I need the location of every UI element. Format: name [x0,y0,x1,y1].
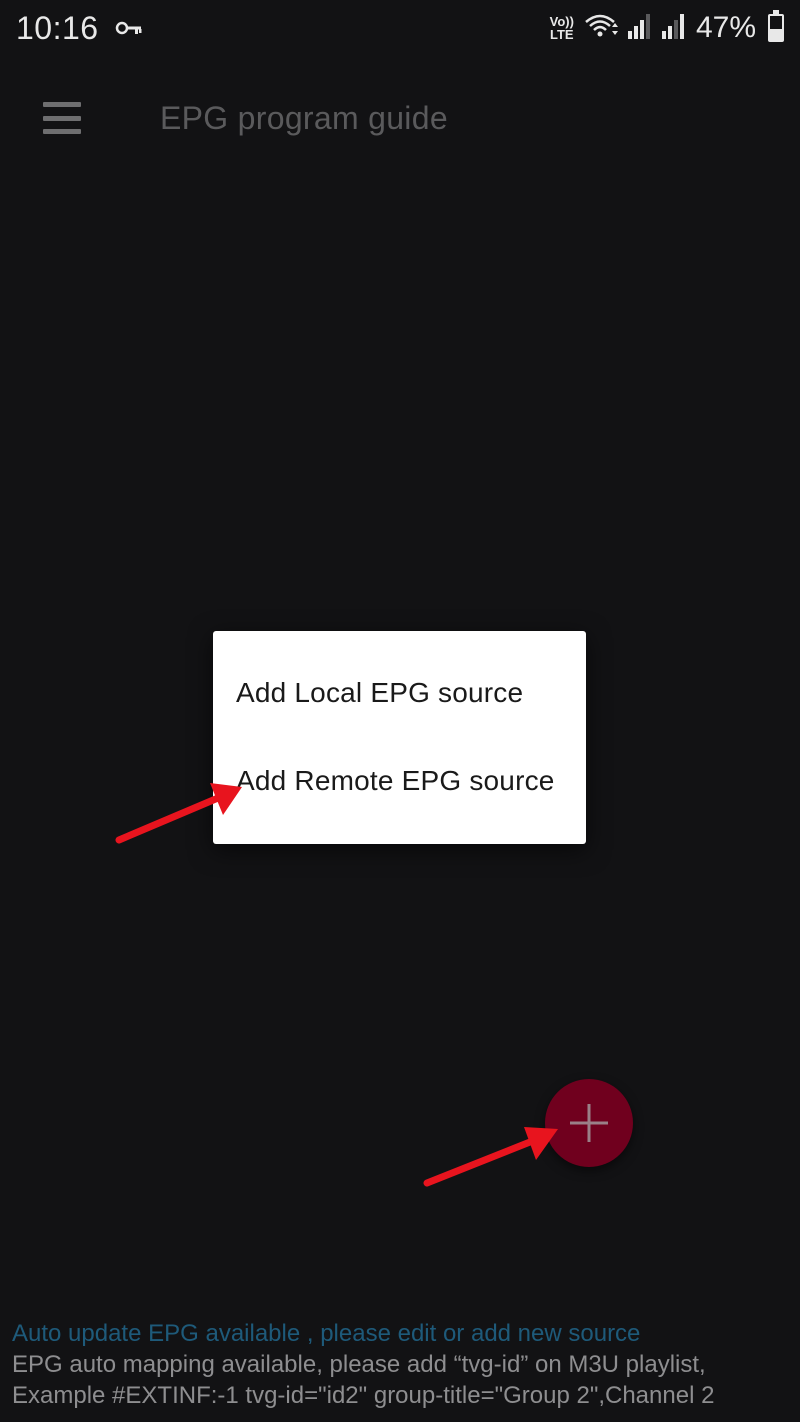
annotation-arrow-icon [423,1127,558,1187]
volte-bottom: LTE [550,27,574,42]
app-bar: EPG program guide [0,72,800,164]
add-source-popup-menu: Add Local EPG source Add Remote EPG sour… [213,631,586,844]
menu-item-add-remote-epg[interactable]: Add Remote EPG source [213,737,586,825]
example-info: Example #EXTINF:-1 tvg-id="id2" group-ti… [12,1382,715,1409]
battery-fill [770,28,782,40]
menu-button[interactable] [0,72,124,164]
page-title: EPG program guide [160,99,448,136]
plus-icon [570,1104,608,1142]
key-icon [115,20,143,36]
status-time: 10:16 [16,9,99,46]
auto-mapping-info: EPG auto mapping available, please add “… [12,1351,706,1378]
auto-update-notice[interactable]: Auto update EPG available , please edit … [12,1318,792,1349]
wifi-icon [584,13,618,44]
status-bar: 10:16 Vo)) LTE 47% [0,0,800,56]
volte-icon: Vo)) LTE [550,15,574,41]
signal-icon-1 [627,13,652,44]
battery-icon [768,10,784,42]
signal-icon-2 [661,13,686,44]
hamburger-menu-icon [43,102,81,134]
battery-percent: 47% [695,11,756,44]
footer-info: Auto update EPG available , please edit … [12,1318,792,1411]
annotation-arrow-icon [115,783,242,844]
status-icons: Vo)) LTE 47% [550,10,784,45]
menu-item-add-local-epg[interactable]: Add Local EPG source [213,649,586,737]
